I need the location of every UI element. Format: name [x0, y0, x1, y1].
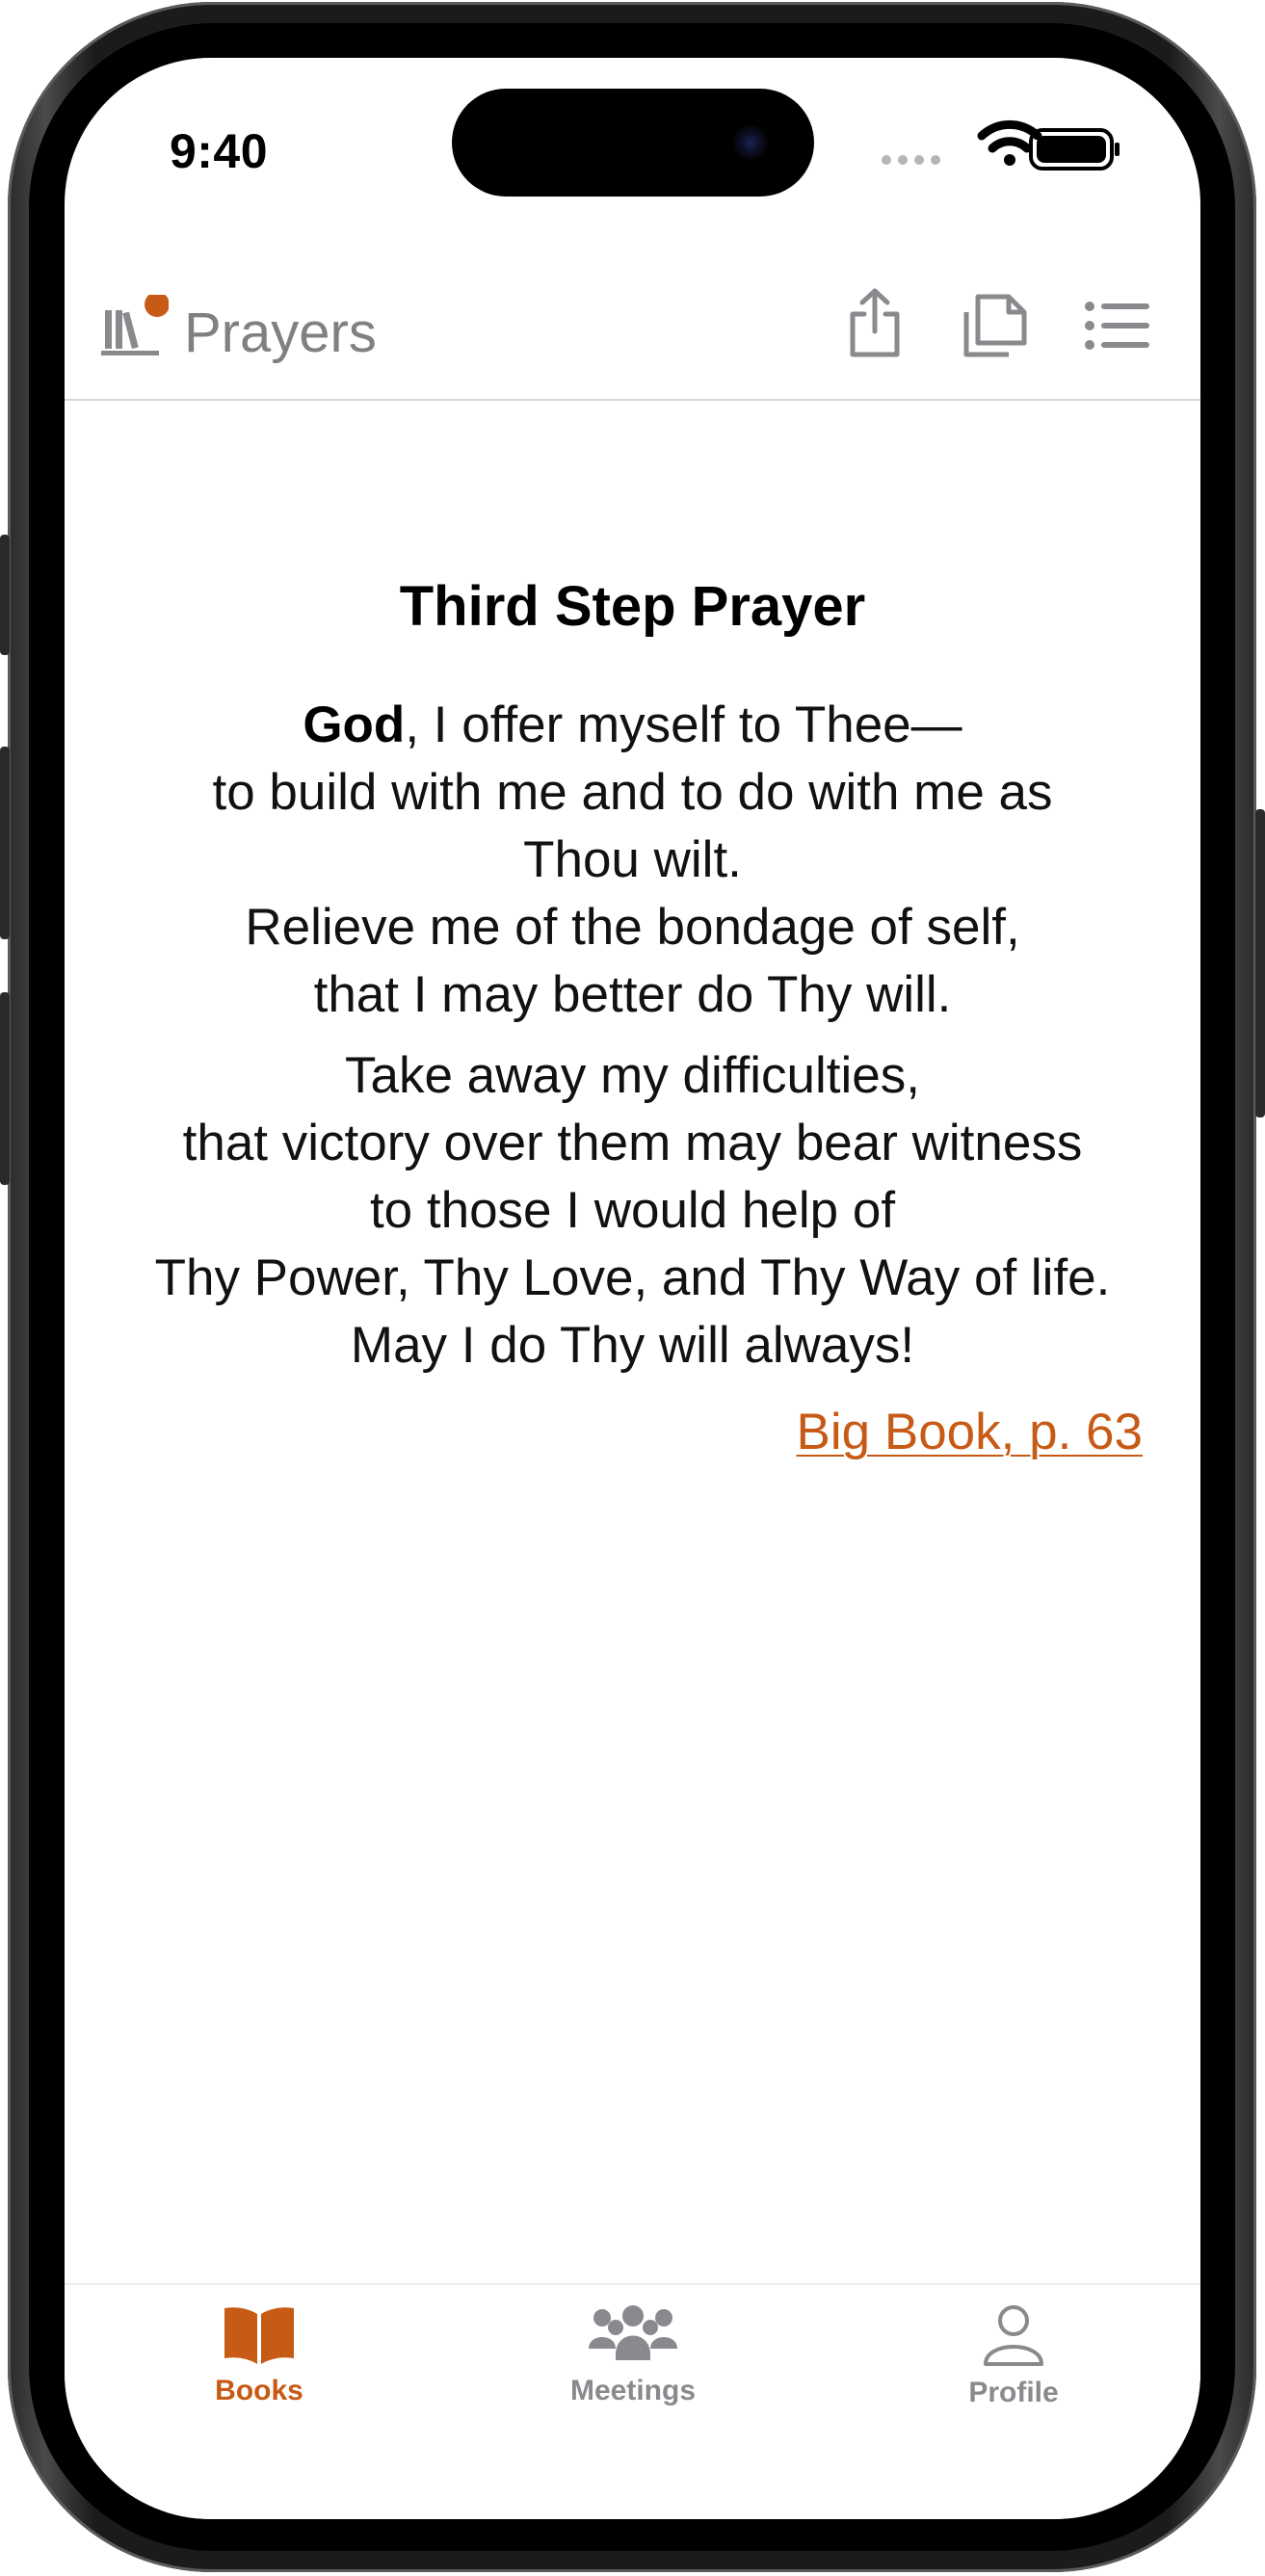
- tab-profile[interactable]: Profile: [908, 2304, 1120, 2409]
- prayer-line: to those I would help of: [369, 1182, 896, 1239]
- prayer-line: that victory over them may bear witness: [182, 1115, 1083, 1171]
- people-icon: [589, 2305, 677, 2360]
- prayer-line: Thy Power, Thy Love, and Thy Way of life…: [154, 1249, 1111, 1306]
- app-screen: 9:40 Prayers Third Step Prayer God, I of…: [65, 58, 1200, 2519]
- tab-label: Books: [215, 2375, 303, 2406]
- prayer-lead-word: God: [303, 697, 406, 753]
- prayer-line: May I do Thy will always!: [350, 1317, 915, 1374]
- prayer-line: God, I offer myself to Thee—: [65, 692, 1200, 759]
- page-title: Prayers: [184, 302, 377, 364]
- contents-list-button[interactable]: [1084, 299, 1151, 357]
- prayer-title: Third Step Prayer: [399, 575, 866, 638]
- copy-button[interactable]: [961, 291, 1030, 365]
- action-button: [0, 535, 10, 655]
- battery-icon: [1029, 128, 1120, 171]
- volume-down-button: [0, 992, 10, 1185]
- prayer-line: that I may better do Thy will.: [313, 966, 952, 1023]
- prayer-line: Take away my difficulties,: [345, 1047, 920, 1104]
- prayer-line: to build with me and to do with me as: [212, 764, 1053, 821]
- status-indicators: [882, 119, 1120, 171]
- list-icon: [1085, 302, 1149, 350]
- prayer-stanza-2: Take away my difficulties, that victory …: [65, 1042, 1200, 1380]
- share-icon: [850, 288, 900, 357]
- library-button[interactable]: [101, 292, 170, 367]
- book-icon: [224, 2307, 294, 2364]
- tab-books[interactable]: Books: [153, 2304, 365, 2407]
- tab-label: Meetings: [569, 2375, 697, 2406]
- share-button[interactable]: [843, 287, 907, 365]
- prayer-stanza-1: God, I offer myself to Thee— to build wi…: [65, 692, 1200, 1029]
- prayer-line: Thou wilt.: [523, 831, 742, 888]
- source-link[interactable]: Big Book, p. 63: [797, 1403, 1143, 1461]
- volume-up-button: [0, 747, 10, 939]
- prayer-line-text: , I offer myself to Thee—: [405, 697, 962, 753]
- tab-meetings[interactable]: Meetings: [527, 2304, 739, 2407]
- copy-icon: [963, 294, 1027, 357]
- library-icon: [101, 292, 170, 355]
- power-button: [1255, 809, 1265, 1117]
- cellular-signal-icon: [882, 155, 940, 165]
- tab-bar: Books Meetings Profile: [65, 2283, 1200, 2519]
- navigation-bar: Prayers: [65, 241, 1200, 401]
- prayer-line: Relieve me of the bondage of self,: [245, 899, 1020, 956]
- person-icon: [984, 2305, 1043, 2366]
- tab-label: Profile: [968, 2377, 1059, 2408]
